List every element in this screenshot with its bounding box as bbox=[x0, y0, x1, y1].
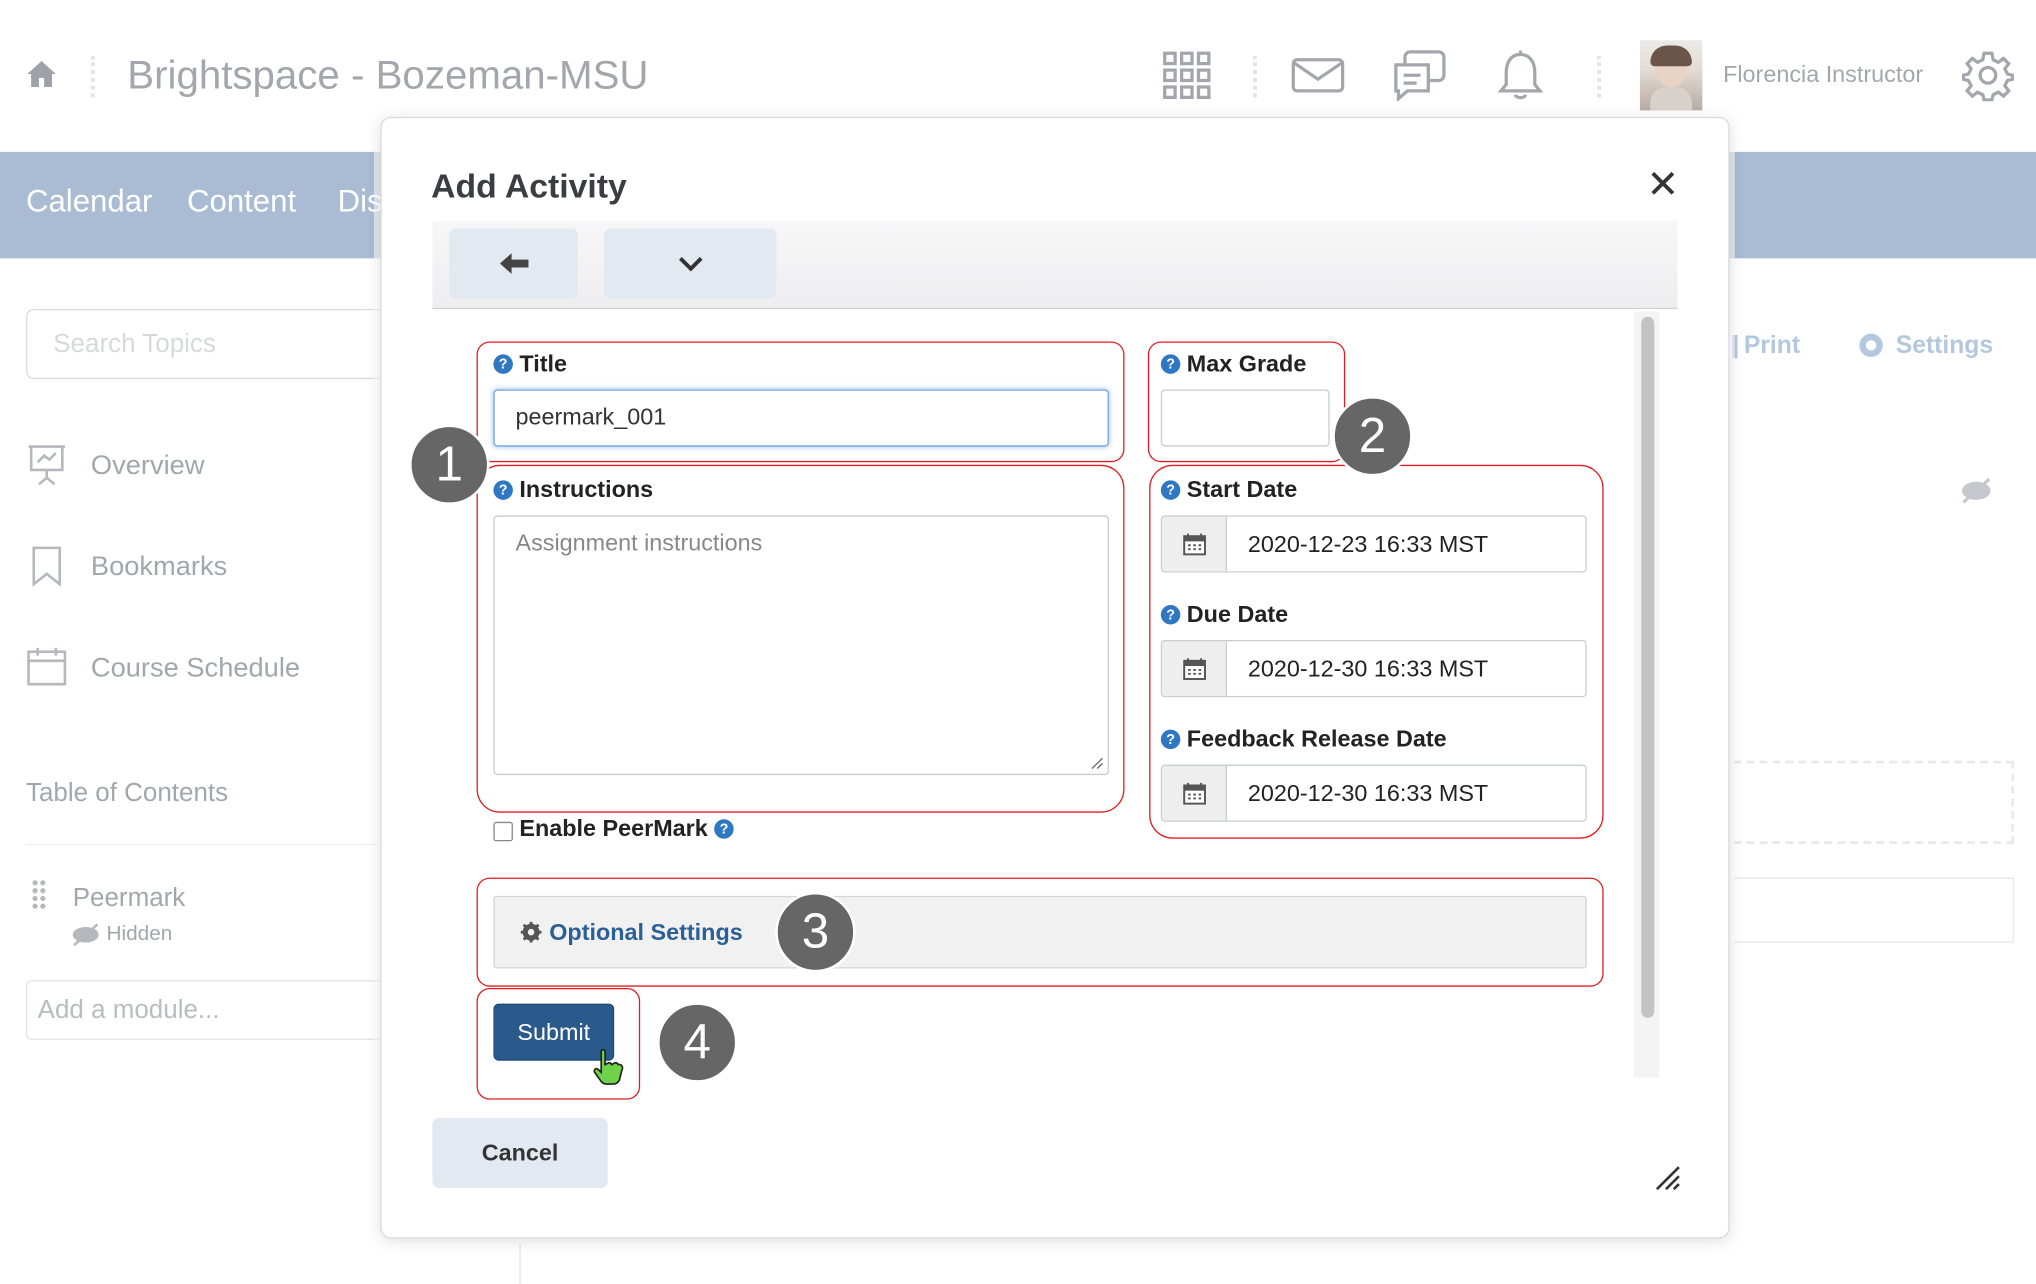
feedback-release-date-label: ? Feedback Release Date bbox=[1160, 726, 1447, 753]
header-divider bbox=[1253, 55, 1257, 98]
cancel-button[interactable]: Cancel bbox=[432, 1117, 608, 1188]
help-icon[interactable]: ? bbox=[493, 480, 513, 500]
sidebar-item-bookmarks[interactable]: Bookmarks bbox=[91, 552, 227, 583]
start-date-value[interactable]: 2020-12-23 16:33 MST bbox=[1227, 516, 1586, 572]
presentation-icon bbox=[26, 444, 68, 486]
optional-settings-button[interactable]: Optional Settings bbox=[493, 895, 1587, 969]
feedback-release-date-picker[interactable]: 2020-12-30 16:33 MST bbox=[1160, 764, 1587, 822]
visibility-icon[interactable] bbox=[1959, 476, 1993, 505]
calendar-icon[interactable] bbox=[1162, 641, 1228, 696]
arrow-left-icon bbox=[499, 253, 528, 274]
calendar-icon[interactable] bbox=[1162, 765, 1228, 821]
max-grade-input[interactable] bbox=[1160, 389, 1330, 447]
mail-icon[interactable] bbox=[1291, 57, 1346, 93]
feedback-release-date-value[interactable]: 2020-12-30 16:33 MST bbox=[1227, 765, 1586, 821]
dialog-title: Add Activity bbox=[431, 166, 627, 206]
help-icon[interactable]: ? bbox=[714, 819, 734, 839]
due-date-value[interactable]: 2020-12-30 16:33 MST bbox=[1227, 641, 1586, 696]
nav-item-content[interactable]: Content bbox=[187, 184, 296, 220]
chevron-down-icon bbox=[678, 256, 702, 272]
title-label: ? Title bbox=[493, 351, 567, 378]
module-item-peermark[interactable]: Peermark Hidden bbox=[25, 843, 390, 953]
drop-zone bbox=[1733, 760, 2014, 844]
title-input[interactable]: peermark_001 bbox=[493, 389, 1109, 447]
help-icon[interactable]: ? bbox=[1160, 729, 1181, 750]
resize-handle-icon[interactable] bbox=[1653, 1163, 1682, 1192]
enable-peermark-label[interactable]: Enable PeerMark? bbox=[519, 815, 734, 842]
table-of-contents-heading: Table of Contents bbox=[25, 778, 229, 808]
sidebar-divider bbox=[519, 1243, 521, 1284]
due-date-label: ? Due Date bbox=[1160, 601, 1288, 628]
help-icon[interactable]: ? bbox=[1160, 604, 1181, 625]
header-divider bbox=[1597, 55, 1602, 98]
bookmark-icon bbox=[31, 545, 62, 587]
module-status: Hidden bbox=[106, 923, 173, 946]
scrollbar-thumb[interactable] bbox=[1641, 316, 1655, 1018]
drag-handle-icon[interactable] bbox=[31, 879, 47, 910]
sidebar-item-course-schedule[interactable]: Course Schedule bbox=[91, 653, 300, 684]
callout-badge-3: 3 bbox=[775, 891, 856, 973]
instructions-textarea[interactable]: Assignment instructions bbox=[493, 515, 1109, 776]
cog-icon bbox=[520, 921, 542, 943]
user-name[interactable]: Florencia Instructor bbox=[1723, 61, 1923, 88]
sidebar-item-overview[interactable]: Overview bbox=[91, 451, 205, 482]
bell-icon[interactable] bbox=[1497, 49, 1544, 101]
resize-grip-icon bbox=[1091, 757, 1103, 770]
help-icon[interactable]: ? bbox=[1160, 480, 1181, 500]
due-date-picker[interactable]: 2020-12-30 16:33 MST bbox=[1160, 640, 1587, 698]
dropdown-button[interactable] bbox=[603, 228, 777, 299]
settings-button[interactable]: Settings bbox=[1896, 332, 1993, 361]
settings-gear-icon bbox=[1856, 330, 1887, 361]
apps-grid-icon[interactable] bbox=[1162, 51, 1211, 100]
header-divider bbox=[90, 55, 95, 98]
nav-item-calendar[interactable]: Calendar bbox=[26, 184, 152, 220]
site-title[interactable]: Brightspace - Bozeman-MSU bbox=[127, 52, 648, 99]
callout-badge-4: 4 bbox=[657, 1002, 738, 1083]
max-grade-label: ? Max Grade bbox=[1160, 351, 1306, 378]
add-module-input[interactable]: Add a module... bbox=[25, 980, 403, 1040]
enable-peermark-checkbox[interactable] bbox=[493, 821, 513, 842]
home-icon[interactable] bbox=[26, 60, 57, 89]
callout-badge-2: 2 bbox=[1332, 395, 1413, 477]
avatar[interactable] bbox=[1639, 40, 1703, 111]
content-box bbox=[1733, 877, 2014, 943]
module-name: Peermark bbox=[72, 884, 186, 913]
start-date-picker[interactable]: 2020-12-23 16:33 MST bbox=[1160, 515, 1587, 573]
start-date-label: ? Start Date bbox=[1160, 476, 1297, 503]
close-icon[interactable]: ✕ bbox=[1646, 166, 1679, 205]
hand-cursor-icon bbox=[591, 1049, 625, 1085]
search-topics-input[interactable]: Search Topics bbox=[25, 308, 416, 380]
back-button[interactable] bbox=[449, 228, 578, 299]
print-button[interactable]: Print bbox=[1744, 332, 1800, 361]
callout-badge-1: 1 bbox=[409, 424, 490, 506]
gear-icon[interactable] bbox=[1961, 49, 2014, 102]
calendar-icon bbox=[26, 645, 68, 687]
instructions-label: ? Instructions bbox=[493, 476, 653, 503]
help-icon[interactable]: ? bbox=[1160, 354, 1181, 374]
calendar-icon[interactable] bbox=[1162, 516, 1228, 572]
help-icon[interactable]: ? bbox=[493, 354, 513, 374]
chat-icon[interactable] bbox=[1392, 49, 1447, 102]
hidden-eye-icon bbox=[70, 923, 101, 947]
